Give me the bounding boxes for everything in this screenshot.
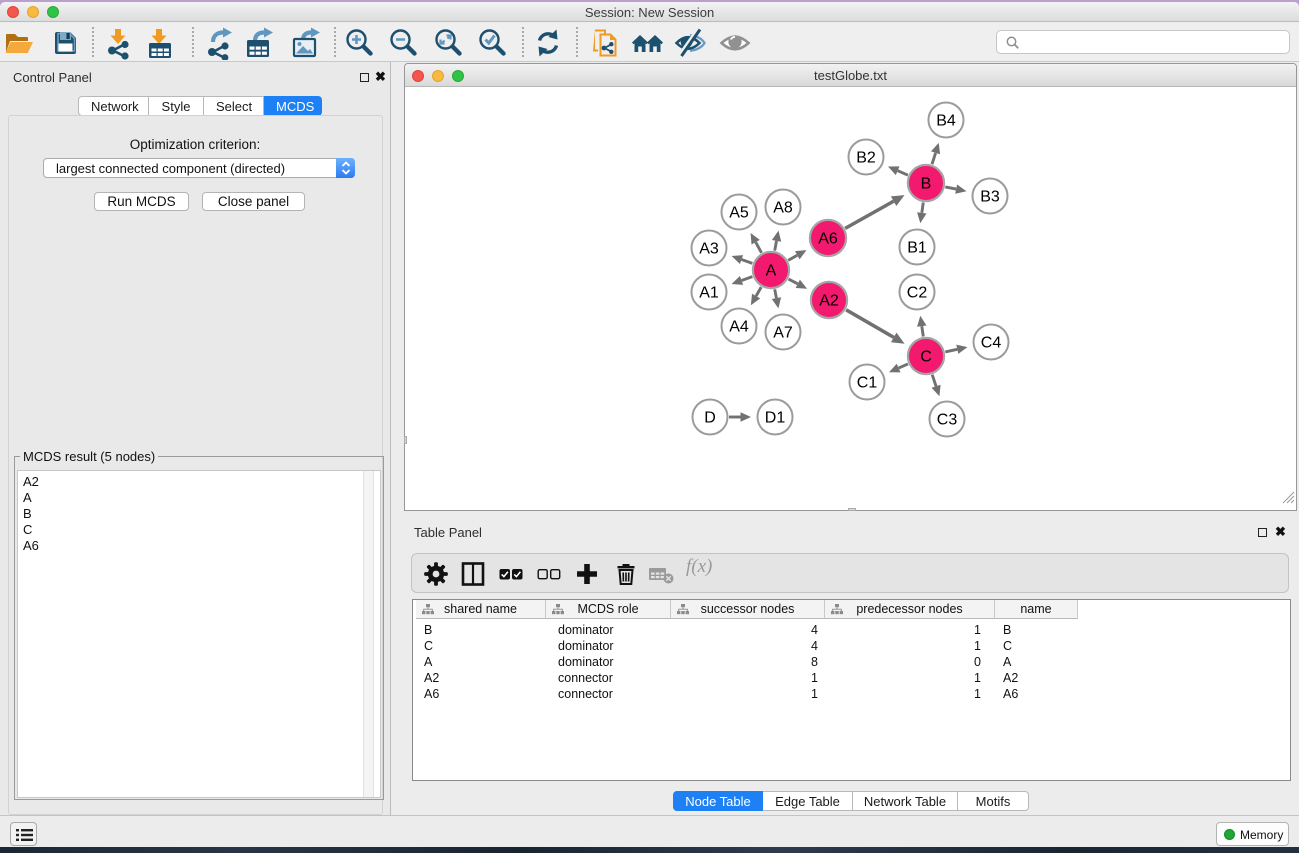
svg-text:A5: A5 xyxy=(729,205,749,222)
svg-text:A: A xyxy=(766,263,777,280)
svg-text:A7: A7 xyxy=(773,325,793,342)
svg-text:D1: D1 xyxy=(765,410,786,427)
svg-text:C: C xyxy=(920,349,932,366)
svg-text:A6: A6 xyxy=(818,231,838,248)
svg-text:A8: A8 xyxy=(773,200,793,217)
svg-text:C2: C2 xyxy=(907,285,928,302)
svg-text:B4: B4 xyxy=(936,113,956,130)
svg-text:B2: B2 xyxy=(856,150,876,167)
svg-text:C3: C3 xyxy=(937,412,958,429)
svg-text:D: D xyxy=(704,410,716,427)
svg-text:B3: B3 xyxy=(980,189,1000,206)
svg-text:C1: C1 xyxy=(857,375,878,392)
svg-text:A3: A3 xyxy=(699,241,719,258)
svg-text:B1: B1 xyxy=(907,240,927,257)
svg-text:A4: A4 xyxy=(729,319,749,336)
svg-text:A1: A1 xyxy=(699,285,719,302)
svg-text:A2: A2 xyxy=(819,293,839,310)
svg-text:C4: C4 xyxy=(981,335,1002,352)
svg-text:B: B xyxy=(921,176,932,193)
